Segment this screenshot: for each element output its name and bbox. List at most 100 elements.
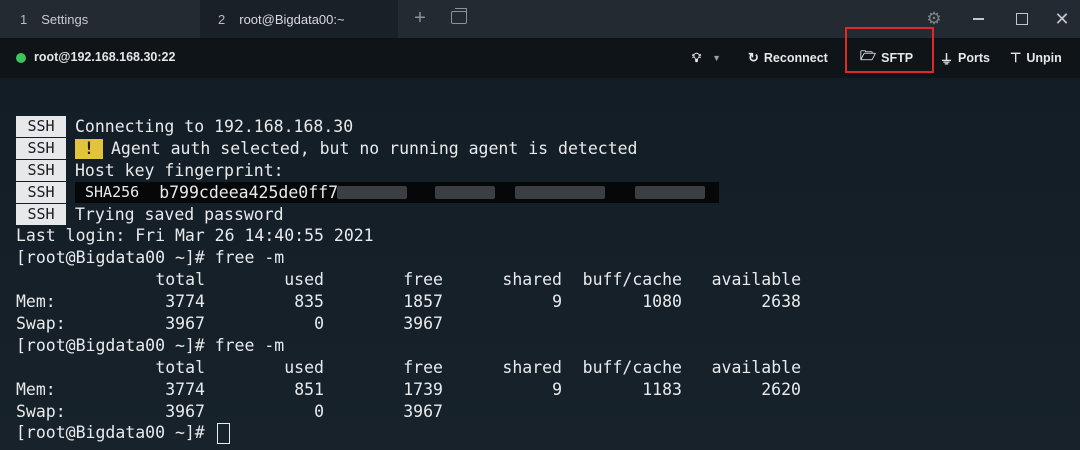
ports-button[interactable]: ⏚ Ports [940,49,990,67]
tab-number: 2 [218,11,226,27]
ssh-line: SSH Connecting to 192.168.168.30 [16,116,801,138]
lightbulb-icon: 💡︎ [692,50,702,65]
mem-free: 1739 [403,379,443,399]
swap-free: 3967 [403,314,443,334]
sha-badge: SHA256 [75,181,150,203]
header-available: available [711,357,801,377]
mem-buff-cache: 1080 [642,292,682,312]
prompt: [root@Bigdata00 ~]# [16,423,205,443]
swap-used: 0 [314,401,324,421]
swap-row: Swap: 3967 0 3967 [16,313,801,335]
new-window-icon[interactable] [451,8,467,24]
host-label: root@192.168.168.30:22 [34,50,176,64]
pin-icon: ⊤ [1010,50,1022,65]
unpin-label: Unpin [1026,51,1062,65]
redacted-block [515,185,605,199]
ssh-message: Host key fingerprint: [75,160,284,180]
sftp-highlight-box [845,27,934,73]
minimize-button[interactable] [956,0,1000,38]
header-shared: shared [502,357,562,377]
swap-total: 3967 [165,401,205,421]
ssh-line: SSH Trying saved password [16,203,801,226]
close-button[interactable]: ✕ [1040,0,1080,38]
mem-row: Mem: 3774 851 1739 9 1183 2620 [16,379,801,401]
mem-total: 3774 [165,379,205,399]
mem-total: 3774 [165,292,205,312]
mem-shared: 9 [552,379,562,399]
tab-number: 1 [20,11,28,27]
header-free: free [403,357,443,377]
fingerprint-box: SHA256 b799cdeea425de0ff7 [75,181,719,203]
header-used: used [284,270,324,290]
tab-label: root@Bigdata00:~ [239,11,345,27]
tab-settings[interactable]: 1 Settings [0,0,200,38]
row-label: Mem: [16,292,56,312]
mem-buff-cache: 1183 [642,379,682,399]
swap-used: 0 [314,314,324,334]
header-free: free [403,270,443,290]
command-line[interactable]: [root@Bigdata00 ~]# [16,422,801,445]
ssh-badge: SSH [16,116,66,137]
header-used: used [284,357,324,377]
tab-session[interactable]: 2 root@Bigdata00:~ [200,0,398,38]
maximize-button[interactable] [1000,0,1044,38]
swap-free: 3967 [403,401,443,421]
header-buff-cache: buff/cache [582,270,682,290]
redacted-block [435,185,495,199]
header-shared: shared [502,270,562,290]
header-total: total [155,270,205,290]
warning-badge: ! [75,138,103,159]
reconnect-icon: ↻ [748,50,759,65]
header-total: total [155,357,205,377]
unpin-button[interactable]: ⊤ Unpin [1010,49,1062,67]
ssh-badge: SSH [16,159,66,181]
fingerprint-value: b799cdeea425de0ff7 [159,182,338,202]
ssh-badge: SSH [16,181,66,203]
minimize-icon [972,18,984,20]
plug-icon: ⏚ [940,51,954,67]
connection-status-icon [16,53,26,63]
command: free -m [214,248,285,268]
ssh-message: Trying saved password [75,204,284,224]
terminal-output[interactable]: SSH Connecting to 192.168.168.30 SSH! Agen… [0,78,1080,450]
redacted-block [337,185,407,199]
free-header-row: total used free shared buff/cache available [16,269,801,291]
header-buff-cache: buff/cache [582,357,682,377]
free-header-row: total used free shared buff/cache available [16,357,801,379]
terminal-lines: SSH Connecting to 192.168.168.30 SSH! Agen… [16,116,801,445]
prompt: [root@Bigdata00 ~]# [16,335,205,355]
last-login-line: Last login: Fri Mar 26 14:40:55 2021 [16,226,374,246]
mem-available: 2638 [761,292,801,312]
maximize-icon [1016,13,1028,25]
row-label: Swap: [16,401,66,421]
reconnect-button[interactable]: ↻ Reconnect [748,49,828,67]
ports-label: Ports [958,51,990,65]
ssh-message: Agent auth selected, but no running agen… [111,138,638,158]
mem-available: 2620 [761,379,801,399]
ssh-line: SSH! Agent auth selected, but no running … [16,137,801,160]
ssh-line: SSH Host key fingerprint: [16,159,801,182]
header-available: available [711,270,801,290]
swap-total: 3967 [165,314,205,334]
mem-shared: 9 [552,292,562,312]
profile-menu-button[interactable]: 💡︎ ▼ [692,49,721,67]
ssh-badge: SSH [16,137,66,159]
prompt: [root@Bigdata00 ~]# [16,248,205,268]
ssh-message: Connecting to 192.168.168.30 [75,117,354,136]
new-tab-button[interactable]: + [410,8,430,28]
redacted-block [635,185,705,199]
mem-used: 851 [294,379,324,399]
terminal-cursor [216,423,230,445]
ssh-line: SSH SHA256 b799cdeea425de0ff7 [16,181,801,204]
row-label: Mem: [16,379,56,399]
ssh-badge: SSH [16,203,66,225]
tab-label: Settings [41,11,89,27]
command: free -m [214,335,285,355]
mem-row: Mem: 3774 835 1857 9 1080 2638 [16,291,801,313]
chevron-down-icon: ▼ [712,53,722,63]
reconnect-label: Reconnect [763,51,828,65]
command-line: [root@Bigdata00 ~]# free -m [16,247,801,269]
swap-row: Swap: 3967 0 3967 [16,401,801,423]
mem-used: 835 [294,292,324,312]
row-label: Swap: [16,314,66,334]
